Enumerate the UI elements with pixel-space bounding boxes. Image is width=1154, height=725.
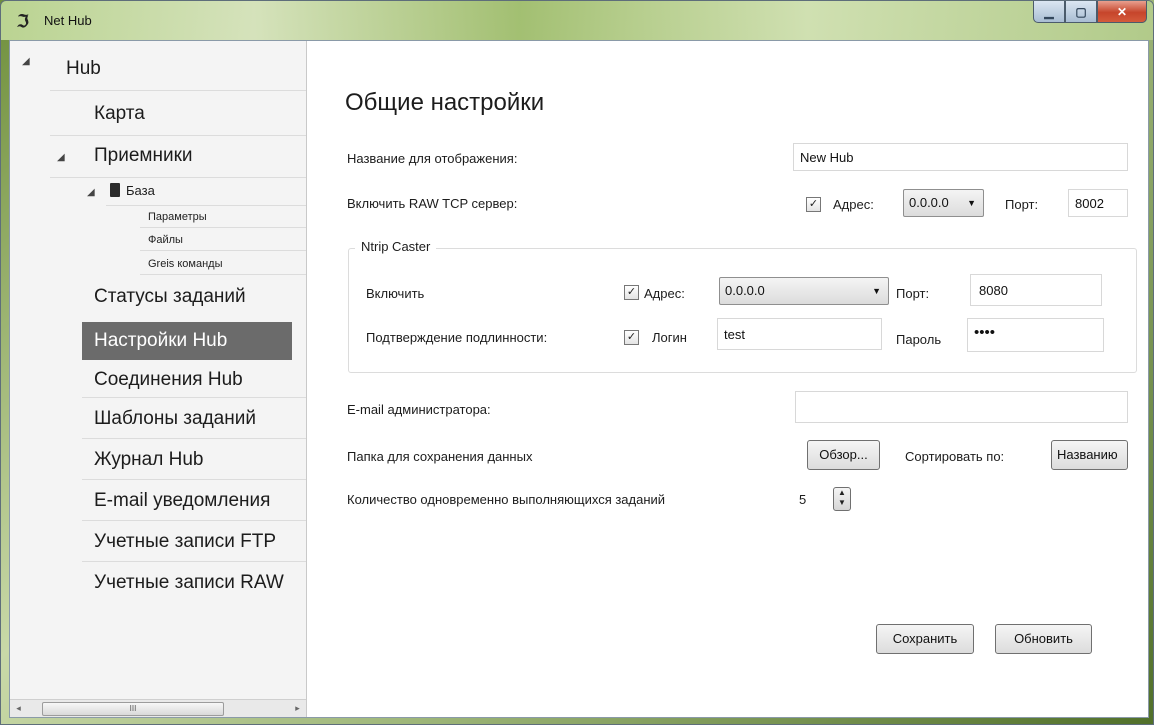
divider <box>82 479 306 480</box>
divider <box>82 520 306 521</box>
tree-item-ftp-accounts[interactable]: Учетные записи FTP <box>94 523 276 561</box>
divider <box>50 135 306 136</box>
ntrip-password-label: Пароль <box>896 332 942 347</box>
tree-item-base[interactable]: База <box>110 183 155 198</box>
raw-tcp-address-label: Адрес: <box>833 197 874 212</box>
close-icon: ✕ <box>1116 4 1128 19</box>
minimize-icon: ▁ <box>1044 4 1054 19</box>
divider <box>140 227 306 228</box>
ntrip-caster-legend: Ntrip Caster <box>355 239 437 254</box>
divider <box>106 205 306 206</box>
divider <box>82 561 306 562</box>
maximize-button[interactable]: ▢ <box>1065 1 1097 23</box>
data-folder-label: Папка для сохранения данных <box>347 449 533 464</box>
admin-email-field[interactable] <box>795 391 1128 423</box>
tree-item-task-status[interactable]: Статусы заданий <box>94 278 246 316</box>
collapse-arrow-icon[interactable]: ◢ <box>87 187 95 198</box>
raw-tcp-label: Включить RAW TCP сервер: <box>347 196 518 211</box>
tree-item-email-notify[interactable]: E-mail уведомления <box>94 482 270 520</box>
ntrip-address-value: 0.0.0.0 <box>725 283 765 298</box>
ntrip-password-field[interactable]: •••• <box>967 318 1104 352</box>
chevron-down-icon: ▼ <box>872 286 881 296</box>
scroll-thumb[interactable]: III <box>42 702 224 716</box>
tree-item-files[interactable]: Файлы <box>148 234 183 246</box>
ntrip-caster-group <box>348 248 1137 373</box>
tree-item-hub-log[interactable]: Журнал Hub <box>94 441 203 479</box>
save-button[interactable]: Сохранить <box>876 624 974 654</box>
ntrip-auth-checkbox[interactable]: ✓ <box>624 330 639 345</box>
tree-item-receivers[interactable]: Приемники <box>94 137 193 175</box>
divider <box>140 274 306 275</box>
ntrip-auth-label: Подтверждение подлинности: <box>366 330 548 345</box>
admin-email-label: E-mail администратора: <box>347 402 491 417</box>
app-window: ℑ Net Hub ▁ ▢ ✕ ◢ Hub Карта ◢ Приемники … <box>0 0 1154 725</box>
divider <box>50 177 306 178</box>
divider <box>82 397 306 398</box>
title-bar[interactable]: ℑ Net Hub ▁ ▢ ✕ <box>1 1 1153 40</box>
page-title: Общие настройки <box>345 89 545 116</box>
sort-by-combo[interactable]: Названию <box>1051 440 1128 470</box>
collapse-arrow-icon[interactable]: ◢ <box>22 56 30 67</box>
concurrent-tasks-stepper[interactable]: ▲ ▼ <box>833 487 851 511</box>
ntrip-login-label: Логин <box>652 330 687 345</box>
tree-item-task-templates[interactable]: Шаблоны заданий <box>94 400 256 438</box>
net-hub-logo-icon: ℑ <box>17 12 29 31</box>
spin-up-icon[interactable]: ▲ <box>834 488 850 498</box>
raw-tcp-port-label: Порт: <box>1005 197 1039 212</box>
display-name-label: Название для отображения: <box>347 151 518 166</box>
tree-item-params[interactable]: Параметры <box>148 211 207 223</box>
spin-down-icon[interactable]: ▼ <box>834 498 850 508</box>
tree-item-raw-accounts[interactable]: Учетные записи RAW <box>94 564 284 602</box>
tree-item-hub[interactable]: Hub <box>66 56 101 82</box>
navigation-tree: ◢ Hub Карта ◢ Приемники ◢ База Параметры… <box>10 41 307 717</box>
raw-tcp-port-field[interactable]: 8002 <box>1068 189 1128 217</box>
tree-item-hub-connections[interactable]: Соединения Hub <box>94 361 243 399</box>
ntrip-enable-checkbox[interactable]: ✓ <box>624 285 639 300</box>
divider <box>50 90 306 91</box>
display-name-field[interactable]: New Hub <box>793 143 1128 171</box>
concurrent-tasks-value[interactable]: 5 <box>799 492 806 507</box>
refresh-button[interactable]: Обновить <box>995 624 1092 654</box>
tree-item-hub-settings[interactable]: Настройки Hub <box>82 322 292 360</box>
ntrip-login-field[interactable]: test <box>717 318 882 350</box>
ntrip-port-label: Порт: <box>896 286 930 301</box>
client-area: ◢ Hub Карта ◢ Приемники ◢ База Параметры… <box>9 40 1149 718</box>
raw-tcp-address-combo[interactable]: 0.0.0.0 ▼ <box>903 189 984 217</box>
tree-item-greis[interactable]: Greis команды <box>148 258 222 270</box>
raw-tcp-address-value: 0.0.0.0 <box>909 195 949 210</box>
scroll-left-icon[interactable]: ◂ <box>10 700 27 717</box>
window-controls: ▁ ▢ ✕ <box>1033 1 1147 23</box>
minimize-button[interactable]: ▁ <box>1033 1 1065 23</box>
database-icon <box>110 183 120 197</box>
collapse-arrow-icon[interactable]: ◢ <box>57 152 65 163</box>
scroll-right-icon[interactable]: ▸ <box>289 700 306 717</box>
chevron-down-icon: ▼ <box>967 198 976 208</box>
divider <box>140 250 306 251</box>
ntrip-enable-label: Включить <box>366 286 425 301</box>
close-button[interactable]: ✕ <box>1097 1 1147 23</box>
horizontal-scrollbar[interactable]: ◂ III ▸ <box>10 699 306 717</box>
ntrip-port-field[interactable]: 8080 <box>970 274 1102 306</box>
tree-item-base-label: База <box>126 183 155 198</box>
maximize-icon: ▢ <box>1075 4 1087 19</box>
ntrip-address-combo[interactable]: 0.0.0.0 ▼ <box>719 277 889 305</box>
browse-button[interactable]: Обзор... <box>807 440 880 470</box>
window-title: Net Hub <box>44 13 92 28</box>
raw-tcp-checkbox[interactable]: ✓ <box>806 197 821 212</box>
tree-item-map[interactable]: Карта <box>94 95 145 133</box>
sort-by-label: Сортировать по: <box>905 449 1005 464</box>
concurrent-tasks-label: Количество одновременно выполняющихся за… <box>347 492 666 507</box>
ntrip-address-label: Адрес: <box>644 286 685 301</box>
divider <box>82 438 306 439</box>
